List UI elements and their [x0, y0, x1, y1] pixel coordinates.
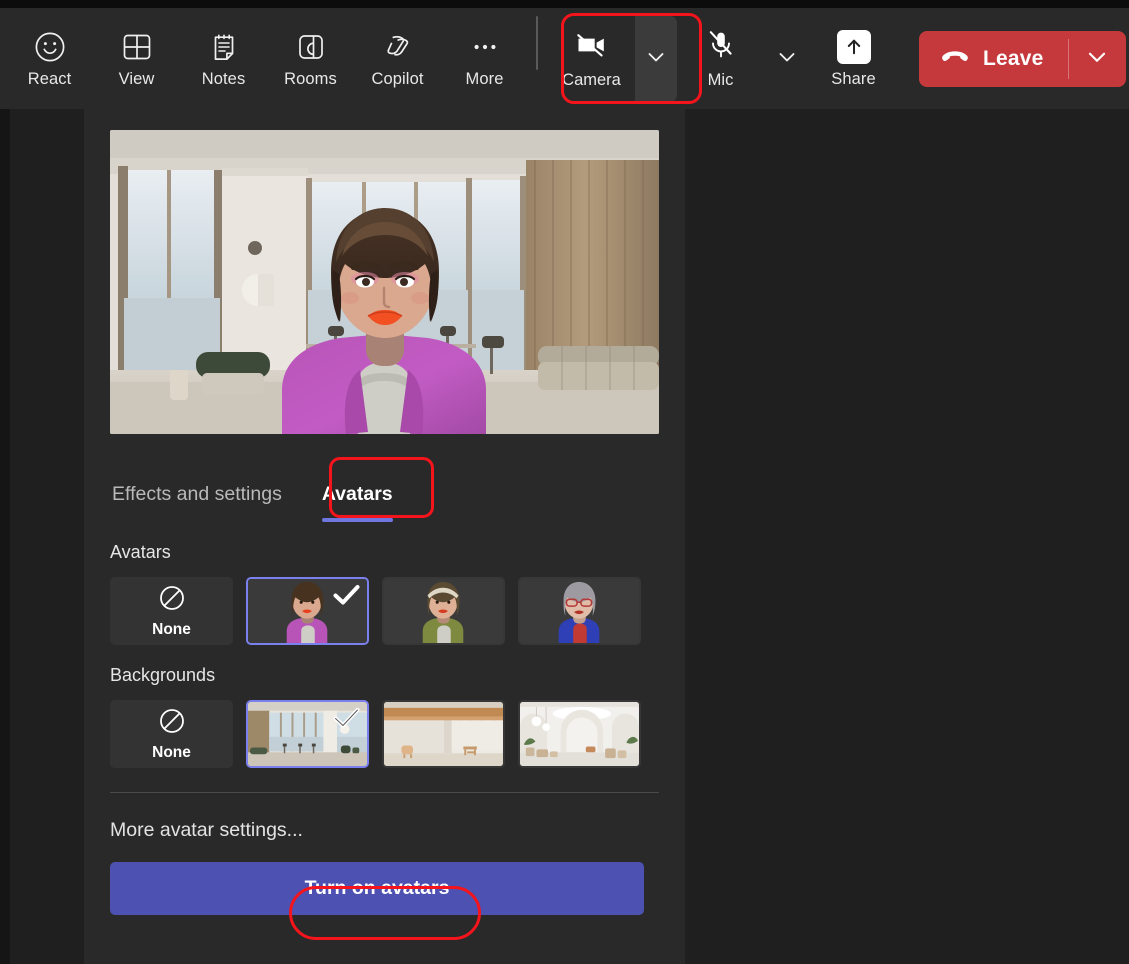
more-ellipsis-icon	[468, 30, 502, 64]
leave-separator	[1067, 38, 1069, 79]
avatar-thumb-render	[520, 579, 639, 643]
no-avatar-icon	[158, 584, 186, 617]
tab-avatars[interactable]: Avatars	[320, 477, 395, 522]
toolbar-button-copilot-label: Copilot	[371, 69, 424, 88]
leave-options-dropdown[interactable]	[1069, 31, 1126, 87]
backgrounds-section-title: Backgrounds	[110, 665, 216, 685]
background-option-none[interactable]: None	[110, 700, 233, 768]
avatars-thumbnail-row: None	[110, 577, 661, 645]
toolbar-button-view-label: View	[118, 69, 155, 88]
background-option-wood-beam-loft[interactable]	[382, 700, 505, 768]
camera-control-group: Camera	[548, 15, 677, 102]
avatar-video-preview	[110, 130, 659, 434]
tab-effects-and-settings[interactable]: Effects and settings	[110, 477, 284, 522]
selected-check-icon	[333, 707, 360, 734]
grid-view-icon	[120, 30, 154, 64]
toolbar-button-react[interactable]: React	[6, 16, 93, 102]
toolbar-button-more[interactable]: More	[441, 16, 528, 102]
avatar-option-blue-blazer[interactable]	[518, 577, 641, 645]
meeting-toolbar: React View Notes Rooms Copilot More Came…	[0, 8, 1129, 109]
chevron-down-icon	[644, 45, 668, 72]
breakout-rooms-icon	[294, 30, 328, 64]
mic-options-dropdown[interactable]	[764, 16, 810, 102]
share-screen-icon	[836, 29, 871, 64]
mic-control-group: Mic	[677, 16, 810, 102]
leave-button[interactable]: Leave	[919, 31, 1068, 87]
background-thumb-render	[384, 702, 503, 766]
leave-control-group: Leave	[919, 30, 1126, 87]
panel-divider	[110, 792, 659, 793]
background-option-white-gallery[interactable]	[518, 700, 641, 768]
tab-underline-active	[321, 518, 393, 522]
avatar-option-purple-cardigan[interactable]	[246, 577, 369, 645]
camera-button-label: Camera	[562, 71, 621, 90]
mic-toggle-button[interactable]: Mic	[677, 16, 764, 102]
background-none-label: None	[152, 743, 191, 761]
camera-options-dropdown[interactable]	[635, 15, 677, 102]
hang-up-icon	[940, 46, 970, 71]
notes-icon	[207, 30, 241, 64]
background-option-penthouse-lounge[interactable]	[246, 700, 369, 768]
preview-render	[110, 130, 659, 434]
toolbar-button-notes[interactable]: Notes	[180, 16, 267, 102]
leave-button-label: Leave	[983, 46, 1044, 70]
avatar-option-none[interactable]: None	[110, 577, 233, 645]
panel-tabs: Effects and settings Avatars	[110, 460, 661, 522]
toolbar-button-notes-label: Notes	[201, 69, 246, 88]
video-effects-flyout-panel: Effects and settings Avatars Avatars Non…	[84, 109, 685, 964]
camera-off-icon	[572, 28, 612, 65]
chevron-down-icon	[775, 45, 799, 72]
toolbar-button-copilot[interactable]: Copilot	[354, 16, 441, 102]
toolbar-button-react-label: React	[27, 69, 72, 88]
tab-avatars-label: Avatars	[321, 483, 393, 505]
emoji-smile-icon	[33, 30, 67, 64]
chevron-down-icon	[1084, 44, 1110, 73]
no-background-icon	[158, 707, 186, 740]
backgrounds-thumbnail-row: None	[110, 700, 661, 768]
avatars-section-title: Avatars	[110, 542, 171, 562]
avatar-thumb-render	[384, 579, 503, 643]
toolbar-right-group: Leave	[897, 30, 1129, 87]
share-screen-button[interactable]: Share	[810, 16, 897, 102]
toolbar-left-group: React View Notes Rooms Copilot More Came…	[0, 15, 897, 102]
avatar-option-green-cardigan[interactable]	[382, 577, 505, 645]
share-button-label: Share	[831, 69, 876, 88]
toolbar-button-rooms-label: Rooms	[284, 69, 337, 88]
tab-effects-and-settings-label: Effects and settings	[112, 483, 282, 505]
mic-muted-icon	[704, 28, 738, 65]
more-avatar-settings-link[interactable]: More avatar settings...	[110, 819, 303, 842]
copilot-icon	[381, 30, 415, 64]
toolbar-button-more-label: More	[465, 69, 504, 88]
avatar-none-label: None	[152, 620, 191, 638]
selected-check-icon	[333, 584, 360, 611]
background-thumb-render	[520, 702, 639, 766]
toolbar-divider	[536, 15, 538, 70]
mic-button-label: Mic	[707, 71, 734, 90]
left-edge-strip	[0, 109, 10, 964]
panel-content: Effects and settings Avatars Avatars Non…	[84, 109, 685, 915]
toolbar-button-rooms[interactable]: Rooms	[267, 16, 354, 102]
camera-toggle-button[interactable]: Camera	[548, 16, 635, 102]
turn-on-avatars-button[interactable]: Turn on avatars	[110, 862, 644, 915]
toolbar-button-view[interactable]: View	[93, 16, 180, 102]
window-top-edge	[0, 0, 1129, 8]
